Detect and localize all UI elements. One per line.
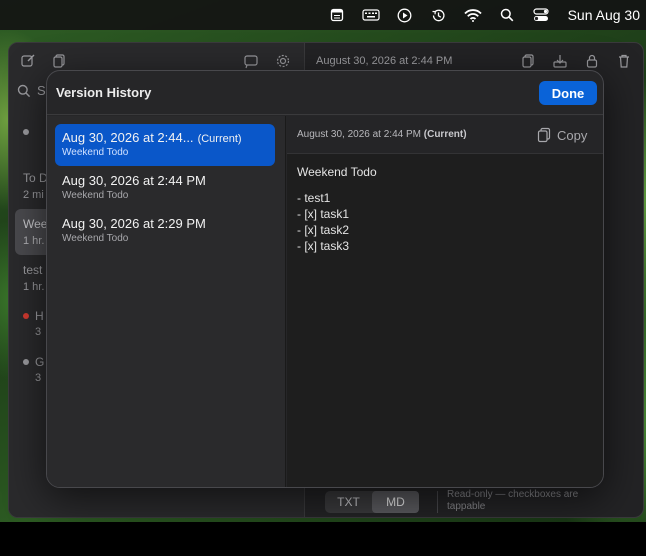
preview-line: Weekend Todo bbox=[297, 165, 377, 179]
copy-icon[interactable] bbox=[520, 53, 536, 69]
notes-app-icon[interactable] bbox=[320, 0, 354, 30]
play-icon[interactable] bbox=[388, 0, 422, 30]
preview-line: - [x] task1 bbox=[297, 207, 350, 221]
readonly-note: Read-only — checkboxes are tappable bbox=[447, 489, 579, 512]
copy-button[interactable]: Copy bbox=[537, 124, 587, 146]
lock-icon[interactable] bbox=[584, 53, 600, 69]
version-item[interactable]: Aug 30, 2026 at 2:44... (Current) Weekend… bbox=[55, 124, 275, 166]
note-title[interactable]: G bbox=[35, 355, 44, 369]
control-center-icon[interactable] bbox=[524, 0, 558, 30]
menubar-clock[interactable]: Sun Aug 30 bbox=[558, 7, 640, 23]
note-title[interactable]: test bbox=[23, 263, 42, 277]
version-title: Aug 30, 2026 at 2:44... bbox=[62, 130, 194, 145]
preview-line: - [x] task2 bbox=[297, 223, 350, 237]
current-badge: (Current) bbox=[197, 133, 242, 145]
preview-line: - test1 bbox=[297, 191, 331, 205]
version-history-sheet: Version History Done Aug 30, 2026 at 2:4… bbox=[46, 70, 604, 488]
version-preview: August 30, 2026 at 2:44 PM (Current) Cop… bbox=[287, 116, 603, 487]
preview-date: August 30, 2026 at 2:44 PM bbox=[297, 129, 421, 140]
duplicate-icon[interactable] bbox=[52, 53, 68, 69]
time-machine-icon[interactable] bbox=[422, 0, 456, 30]
note-subtitle: 2 mi bbox=[23, 189, 44, 201]
detail-date: August 30, 2026 at 2:44 PM bbox=[316, 55, 453, 67]
version-title-row: Aug 30, 2026 at 2:44... (Current) bbox=[62, 130, 268, 145]
search-input[interactable]: S bbox=[15, 81, 46, 101]
download-icon[interactable] bbox=[552, 53, 568, 69]
sheet-title: Version History bbox=[56, 85, 152, 100]
compose-icon[interactable] bbox=[20, 53, 36, 69]
preview-date-row: August 30, 2026 at 2:44 PM (Current) bbox=[297, 129, 467, 140]
note-subtitle: 1 hr. bbox=[23, 281, 45, 293]
pin-dot bbox=[23, 129, 29, 135]
preview-header: August 30, 2026 at 2:44 PM (Current) Cop… bbox=[287, 116, 603, 154]
md-segment[interactable]: MD bbox=[372, 491, 419, 513]
preview-line: - [x] task3 bbox=[297, 239, 350, 253]
format-segmented-control: TXT MD bbox=[325, 491, 419, 513]
trash-icon[interactable] bbox=[616, 53, 632, 69]
txt-segment[interactable]: TXT bbox=[325, 491, 372, 513]
version-item[interactable]: Aug 30, 2026 at 2:44 PM Weekend Todo bbox=[55, 167, 275, 209]
version-title: Aug 30, 2026 at 2:29 PM bbox=[62, 216, 206, 231]
note-title[interactable]: H bbox=[35, 309, 44, 323]
spotlight-search-icon[interactable] bbox=[490, 0, 524, 30]
gear-icon[interactable] bbox=[275, 53, 291, 69]
screen-bottom bbox=[0, 522, 646, 556]
sheet-header: Version History Done bbox=[47, 71, 603, 115]
menu-bar: Sun Aug 30 bbox=[0, 0, 646, 30]
grey-status-dot bbox=[23, 359, 29, 365]
preview-content: Weekend Todo - test1 - [x] task1 - [x] t… bbox=[297, 164, 597, 254]
note-subtitle: 1 hr. bbox=[23, 235, 45, 247]
version-subtitle: Weekend Todo bbox=[62, 190, 129, 201]
copy-icon bbox=[537, 127, 551, 143]
version-list: Aug 30, 2026 at 2:44... (Current) Weekend… bbox=[47, 116, 286, 487]
version-subtitle: Weekend Todo bbox=[62, 233, 129, 244]
note-title[interactable]: Wee bbox=[23, 217, 47, 231]
search-placeholder: S bbox=[37, 83, 46, 98]
comment-icon[interactable] bbox=[243, 53, 259, 69]
keyboard-icon[interactable] bbox=[354, 0, 388, 30]
preview-current-badge: (Current) bbox=[423, 129, 467, 140]
version-subtitle: Weekend Todo bbox=[62, 147, 129, 158]
done-button[interactable]: Done bbox=[539, 81, 597, 105]
version-item[interactable]: Aug 30, 2026 at 2:29 PM Weekend Todo bbox=[55, 210, 275, 252]
note-subtitle: 3 bbox=[35, 326, 42, 338]
footer-divider bbox=[437, 491, 438, 513]
red-status-dot bbox=[23, 313, 29, 319]
wifi-icon[interactable] bbox=[456, 0, 490, 30]
copy-label: Copy bbox=[557, 127, 588, 143]
search-icon bbox=[17, 84, 31, 98]
note-subtitle: 3 bbox=[35, 372, 42, 384]
version-title: Aug 30, 2026 at 2:44 PM bbox=[62, 173, 206, 188]
note-title[interactable]: To D bbox=[23, 171, 48, 185]
